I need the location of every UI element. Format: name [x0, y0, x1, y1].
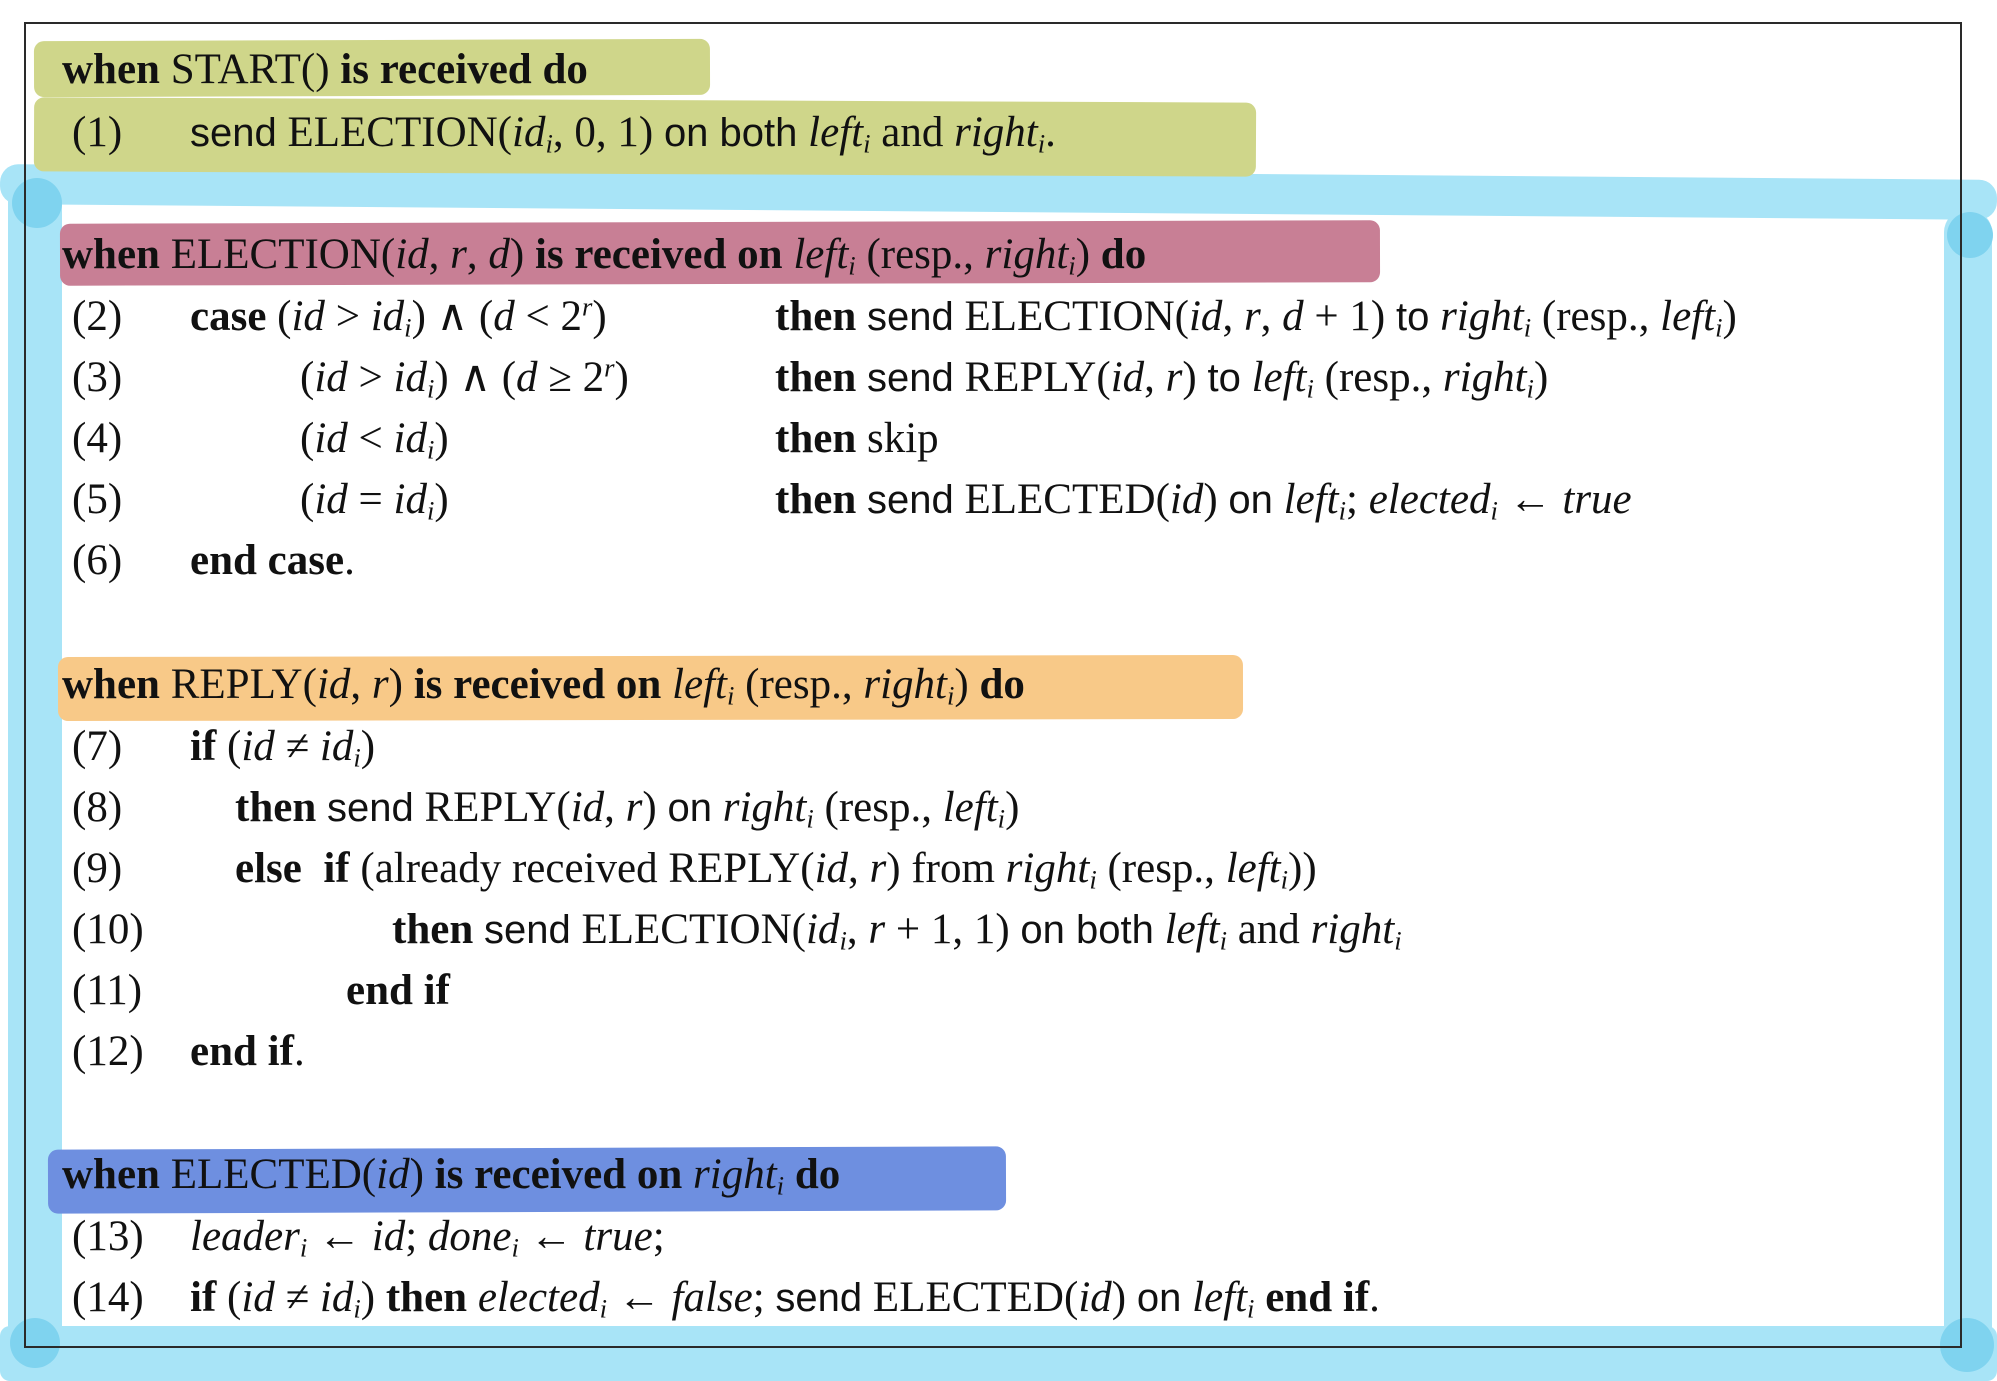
code-line-2-action: then send ELECTION(id, r, d + 1) to righ…: [775, 293, 1737, 343]
line-number: (4): [72, 415, 123, 462]
line-number: (12): [72, 1028, 144, 1075]
code-line-10: then send ELECTION(idi, r + 1, 1) on bot…: [392, 906, 1402, 956]
code-line-13: leaderi ← id; donei ← true;: [190, 1213, 665, 1263]
line-number: (13): [72, 1213, 144, 1260]
line-number: (10): [72, 906, 144, 953]
code-line-2: case (id > idi) ∧ (d < 2r): [190, 291, 607, 343]
line-number: (3): [72, 354, 123, 401]
code-line-5-action: then send ELECTED(id) on lefti; electedi…: [775, 476, 1632, 526]
code-line-11: end if: [346, 967, 450, 1014]
line-number: (8): [72, 784, 123, 831]
code-line-12: end if.: [190, 1028, 305, 1075]
line-number: (2): [72, 293, 123, 340]
line-number: (1): [72, 109, 123, 156]
handler-election-header: when ELECTION(id, r, d) is received on l…: [62, 231, 1147, 281]
line-number: (7): [72, 723, 123, 770]
code-line-4-action: then skip: [775, 415, 939, 462]
code-line-7: if (id ≠ idi): [190, 723, 376, 773]
handler-elected-header: when ELECTED(id) is received on righti d…: [62, 1151, 841, 1201]
code-line-14: if (id ≠ idi) then electedi ← false; sen…: [190, 1274, 1380, 1324]
code-line-1: send ELECTION(idi, 0, 1) on both lefti a…: [190, 109, 1056, 159]
line-number: (5): [72, 476, 123, 523]
handler-reply-header: when REPLY(id, r) is received on lefti (…: [62, 661, 1025, 711]
line-number: (11): [72, 967, 143, 1014]
code-line-4: (id < idi): [300, 415, 449, 465]
line-number: (14): [72, 1274, 144, 1321]
line-number: (6): [72, 537, 123, 584]
code-line-5: (id = idi): [300, 476, 449, 526]
code-line-8: then send REPLY(id, r) on righti (resp.,…: [235, 784, 1020, 834]
handler-start-header: when START() is received do: [62, 46, 588, 93]
line-number: (9): [72, 845, 123, 892]
code-line-3: (id > idi) ∧ (d ≥ 2r): [300, 352, 629, 404]
code-line-6: end case.: [190, 537, 355, 584]
code-line-9: else if (already received REPLY(id, r) f…: [235, 845, 1317, 895]
code-line-3-action: then send REPLY(id, r) to lefti (resp., …: [775, 354, 1549, 404]
